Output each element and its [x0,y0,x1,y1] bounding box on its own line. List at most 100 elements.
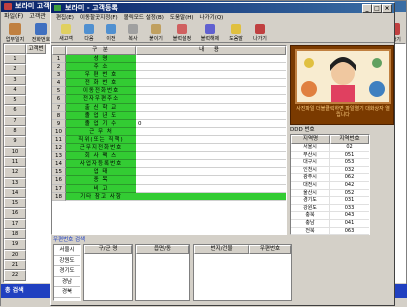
form-field-input[interactable] [136,152,286,161]
menu-exit[interactable]: 나가기(Q) [197,15,227,21]
exit-button[interactable]: 나가기 [249,24,271,42]
inner-menu-bar: 편집(E) 이동할곳지정(F) 볼릭모드 설정(B) 도움말(H) 나가기(Q) [51,13,394,23]
ddd-code: 052 [344,189,355,196]
form-field-input[interactable] [136,192,286,201]
menu-help[interactable]: 도움말(H) [167,15,197,21]
ddd-row[interactable]: 대구시 053 [291,159,369,167]
form-field-input[interactable] [136,111,286,120]
form-field-label: 회 사 팩 스 [66,152,136,161]
customer-photo-image [297,51,389,102]
form-field-input[interactable] [136,87,286,96]
copy-icon [128,24,138,34]
form-field-input[interactable]: 0 [136,119,286,128]
ddd-row[interactable]: 광주시 062 [291,174,369,182]
form-field-input[interactable] [136,144,286,153]
form-row-number: 8 [52,111,66,120]
block-set-button[interactable]: 블럭설정 [169,24,195,42]
ddd-code: 042 [344,181,355,188]
area-list-item[interactable]: 경북 [54,287,80,298]
ddd-table[interactable]: 지역명 지역번호 서울시 02 부산시 051 대구시 053 인천시 032 광주시 062 대전… [290,134,370,236]
form-field-label: 이동전화번호 [66,87,136,96]
form-field-input[interactable] [136,168,286,177]
photo-panel[interactable]: 사진파일 더블클릭하면 파일열기 대화상자 열립니다 [290,45,394,125]
ddd-row[interactable]: 충남 041 [291,219,369,228]
form-field-input[interactable] [136,103,286,112]
form-field-input[interactable] [136,127,286,136]
minimize-button[interactable]: _ [362,4,372,13]
area-list-item[interactable]: 강원도 [54,256,80,266]
new-customer-button[interactable]: 새고객 [55,24,77,42]
exit-icon [255,24,265,34]
address-result-box[interactable]: 번지/건물 우편번호 [193,244,292,301]
paste-icon [151,24,161,34]
menu-edit[interactable]: 편집(E) [53,15,77,21]
dong-header: 읍면/동 [136,245,189,254]
status-total-label: 총 검색 [5,287,24,294]
grid-row-number: 15 [4,198,26,209]
form-row-number: 13 [52,152,66,161]
form-field-input[interactable] [136,135,286,145]
previous-icon [106,24,116,34]
ddd-region: 광주시 [291,174,330,181]
form-row-number: 14 [52,160,66,169]
form-row: 12 근무지전화번호 [52,144,286,153]
ddd-row[interactable]: 서울시 02 [291,144,369,152]
menu-block-mode[interactable]: 볼릭모드 설정(B) [121,15,167,21]
previous-button[interactable]: 이전 [101,24,121,42]
form-field-input[interactable] [136,176,286,185]
outer-menu-customer[interactable]: 고객관 [26,13,49,20]
grid-row-number: 18 [4,229,26,240]
form-row-number: 6 [52,95,66,104]
ddd-rows: 서울시 02 부산시 051 대구시 053 인천시 032 광주시 062 대전시 042 울산시 05… [291,144,369,236]
area-list-item[interactable]: 서울시 [54,245,80,256]
ddd-row[interactable]: 대전시 042 [291,181,369,190]
grid-row-number: 5 [4,95,26,106]
copy-button[interactable]: 복사 [123,24,143,42]
form-row: 17 비 고 [52,184,286,193]
paste-button[interactable]: 붙이기 [145,24,167,42]
form-field-input[interactable] [136,71,286,80]
form-field-input[interactable] [136,55,286,64]
photo-caption: 사진파일 더블클릭하면 파일열기 대화상자 열립니다 [296,106,390,118]
inner-title: 보라미 - 고객등록 [65,4,118,12]
next-button[interactable]: 다음 [79,24,99,42]
form-field-label: 사업자등록번호 [66,160,136,169]
outer-menu-file[interactable]: 파일(F) [1,13,26,20]
help-icon [231,24,241,34]
menu-goto[interactable]: 이동할곳지정(F) [77,15,121,21]
ddd-region: 대구시 [291,159,330,166]
grid-row-number: 16 [4,208,26,219]
form-field-input[interactable] [136,63,286,72]
grid-row-number: 1 [4,54,26,65]
phonebook-icon [35,23,47,35]
form-row: 2주 소 [52,63,286,72]
form-field-input[interactable] [136,79,286,88]
bunji-header: 번지/건물 [194,245,249,254]
ddd-region: 울산시 [291,189,330,197]
form-field-input[interactable] [136,160,286,169]
gu-box[interactable]: 구/군 명 [83,244,133,301]
maximize-button[interactable]: □ [372,4,382,13]
form-field-label: 종 목 [66,176,136,185]
grid-row-number: 14 [4,187,26,199]
customer-photo[interactable] [295,49,391,104]
ddd-row[interactable]: 충북 043 [291,212,369,220]
ddd-row[interactable]: 강원도 033 [291,204,369,213]
grid-row-numbers: 1 2 3 4 5 6 7 8 9 10 11 12 13 14 15 16 17 18 19 20 21 22 [4,54,26,281]
help-button[interactable]: 도움말 [225,24,247,42]
ddd-row[interactable]: 전북 063 [291,227,369,236]
dong-box[interactable]: 읍면/동 [135,244,190,301]
area-list[interactable]: 서울시 강원도 경기도 경남 경북 [53,244,81,301]
form-field-input[interactable] [136,184,286,193]
grid-row-number: 4 [4,84,26,96]
toolbar-journal-button[interactable]: 업무일지 [3,23,27,43]
form-field-label: 업 태 [66,168,136,177]
area-list-item[interactable]: 경기도 [54,266,80,277]
block-clear-button[interactable]: 블럭해제 [197,24,223,42]
area-list-item[interactable]: 경남 [54,277,80,287]
grid-row-number: 9 [4,136,26,147]
ddd-row[interactable]: 경기도 031 [291,197,369,205]
form-field-label: 전자우편주소 [66,95,136,104]
form-field-input[interactable] [136,95,286,104]
close-button[interactable]: × [382,4,392,13]
